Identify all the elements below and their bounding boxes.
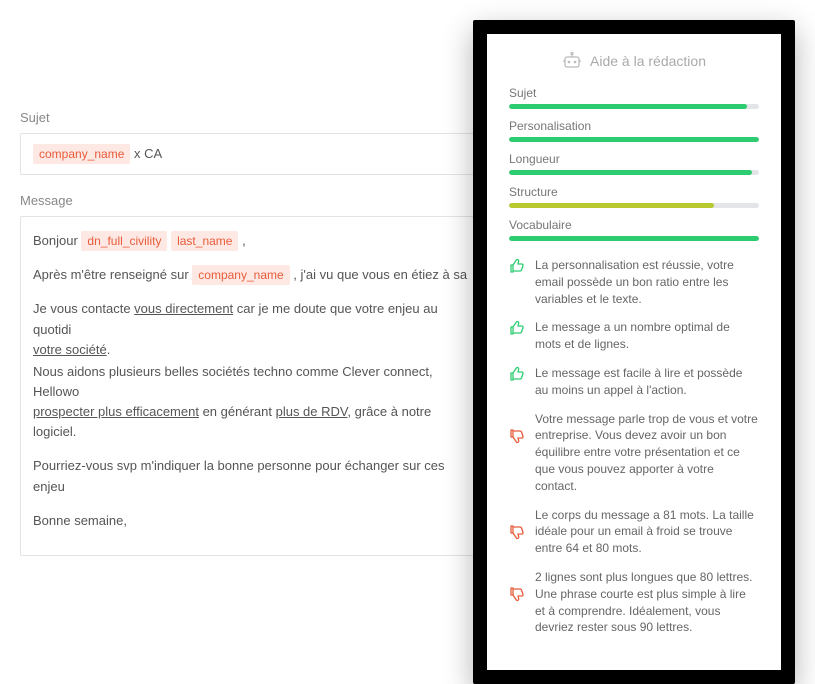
thumbs-up-icon	[509, 319, 525, 341]
metric-bar	[509, 203, 759, 208]
tips-list: La personnalisation est réussie, votre e…	[509, 257, 759, 636]
metric-row: Sujet	[509, 86, 759, 109]
tip-text: Votre message parle trop de vous et votr…	[535, 411, 759, 495]
message-paragraph: Je vous contacte vous directement car je…	[33, 299, 477, 359]
metric-label: Personalisation	[509, 119, 759, 133]
metrics-list: Sujet Personalisation Longueur Structure Voc…	[509, 86, 759, 241]
merge-tag-company-name[interactable]: company_name	[33, 144, 130, 164]
tip-text: Le message est facile à lire et possède …	[535, 365, 759, 399]
metric-row: Vocabulaire	[509, 218, 759, 241]
metric-bar-fill	[509, 104, 747, 109]
thumbs-down-icon	[509, 507, 525, 529]
message-paragraph: Nous aidons plusieurs belles sociétés te…	[33, 362, 477, 443]
merge-tag-last-name[interactable]: last_name	[171, 231, 238, 251]
subject-label: Sujet	[20, 110, 490, 125]
metric-bar	[509, 236, 759, 241]
tip-row: La personnalisation est réussie, votre e…	[509, 257, 759, 307]
thumbs-down-icon	[509, 569, 525, 591]
tip-row: 2 lignes sont plus longues que 80 lettre…	[509, 569, 759, 636]
message-paragraph: Après m'être renseigné sur company_name …	[33, 265, 477, 285]
metric-label: Sujet	[509, 86, 759, 100]
metric-bar	[509, 104, 759, 109]
assistant-panel-title: Aide à la rédaction	[509, 52, 759, 70]
metric-label: Longueur	[509, 152, 759, 166]
metric-bar-fill	[509, 137, 759, 142]
subject-text-after: x CA	[130, 146, 162, 161]
assistant-panel-frame: Aide à la rédaction Sujet Personalisation…	[473, 20, 795, 684]
metric-bar-fill	[509, 203, 714, 208]
metric-row: Structure	[509, 185, 759, 208]
metric-label: Vocabulaire	[509, 218, 759, 232]
thumbs-up-icon	[509, 257, 525, 279]
tip-row: Le corps du message a 81 mots. La taille…	[509, 507, 759, 557]
message-paragraph: Pourriez-vous svp m'indiquer la bonne pe…	[33, 456, 477, 496]
thumbs-up-icon	[509, 365, 525, 387]
metric-label: Structure	[509, 185, 759, 199]
tip-row: Votre message parle trop de vous et votr…	[509, 411, 759, 495]
assistant-panel: Aide à la rédaction Sujet Personalisation…	[487, 34, 781, 670]
metric-row: Personalisation	[509, 119, 759, 142]
message-label: Message	[20, 193, 490, 208]
metric-row: Longueur	[509, 152, 759, 175]
metric-bar	[509, 137, 759, 142]
metric-bar-fill	[509, 170, 752, 175]
tip-text: La personnalisation est réussie, votre e…	[535, 257, 759, 307]
email-editor: Sujet company_name x CA Message Bonjour …	[20, 110, 490, 574]
subject-input[interactable]: company_name x CA	[20, 133, 490, 175]
thumbs-down-icon	[509, 411, 525, 433]
metric-bar	[509, 170, 759, 175]
tip-text: Le corps du message a 81 mots. La taille…	[535, 507, 759, 557]
tip-row: Le message a un nombre optimal de mots e…	[509, 319, 759, 353]
metric-bar-fill	[509, 236, 759, 241]
message-signoff: Bonne semaine,	[33, 511, 477, 531]
merge-tag-company-name[interactable]: company_name	[192, 265, 289, 285]
tip-text: 2 lignes sont plus longues que 80 lettre…	[535, 569, 759, 636]
tip-row: Le message est facile à lire et possède …	[509, 365, 759, 399]
message-greeting: Bonjour dn_full_civility last_name ,	[33, 231, 477, 251]
robot-icon	[562, 52, 582, 70]
tip-text: Le message a un nombre optimal de mots e…	[535, 319, 759, 353]
merge-tag-civility[interactable]: dn_full_civility	[81, 231, 167, 251]
message-input[interactable]: Bonjour dn_full_civility last_name , Apr…	[20, 216, 490, 556]
